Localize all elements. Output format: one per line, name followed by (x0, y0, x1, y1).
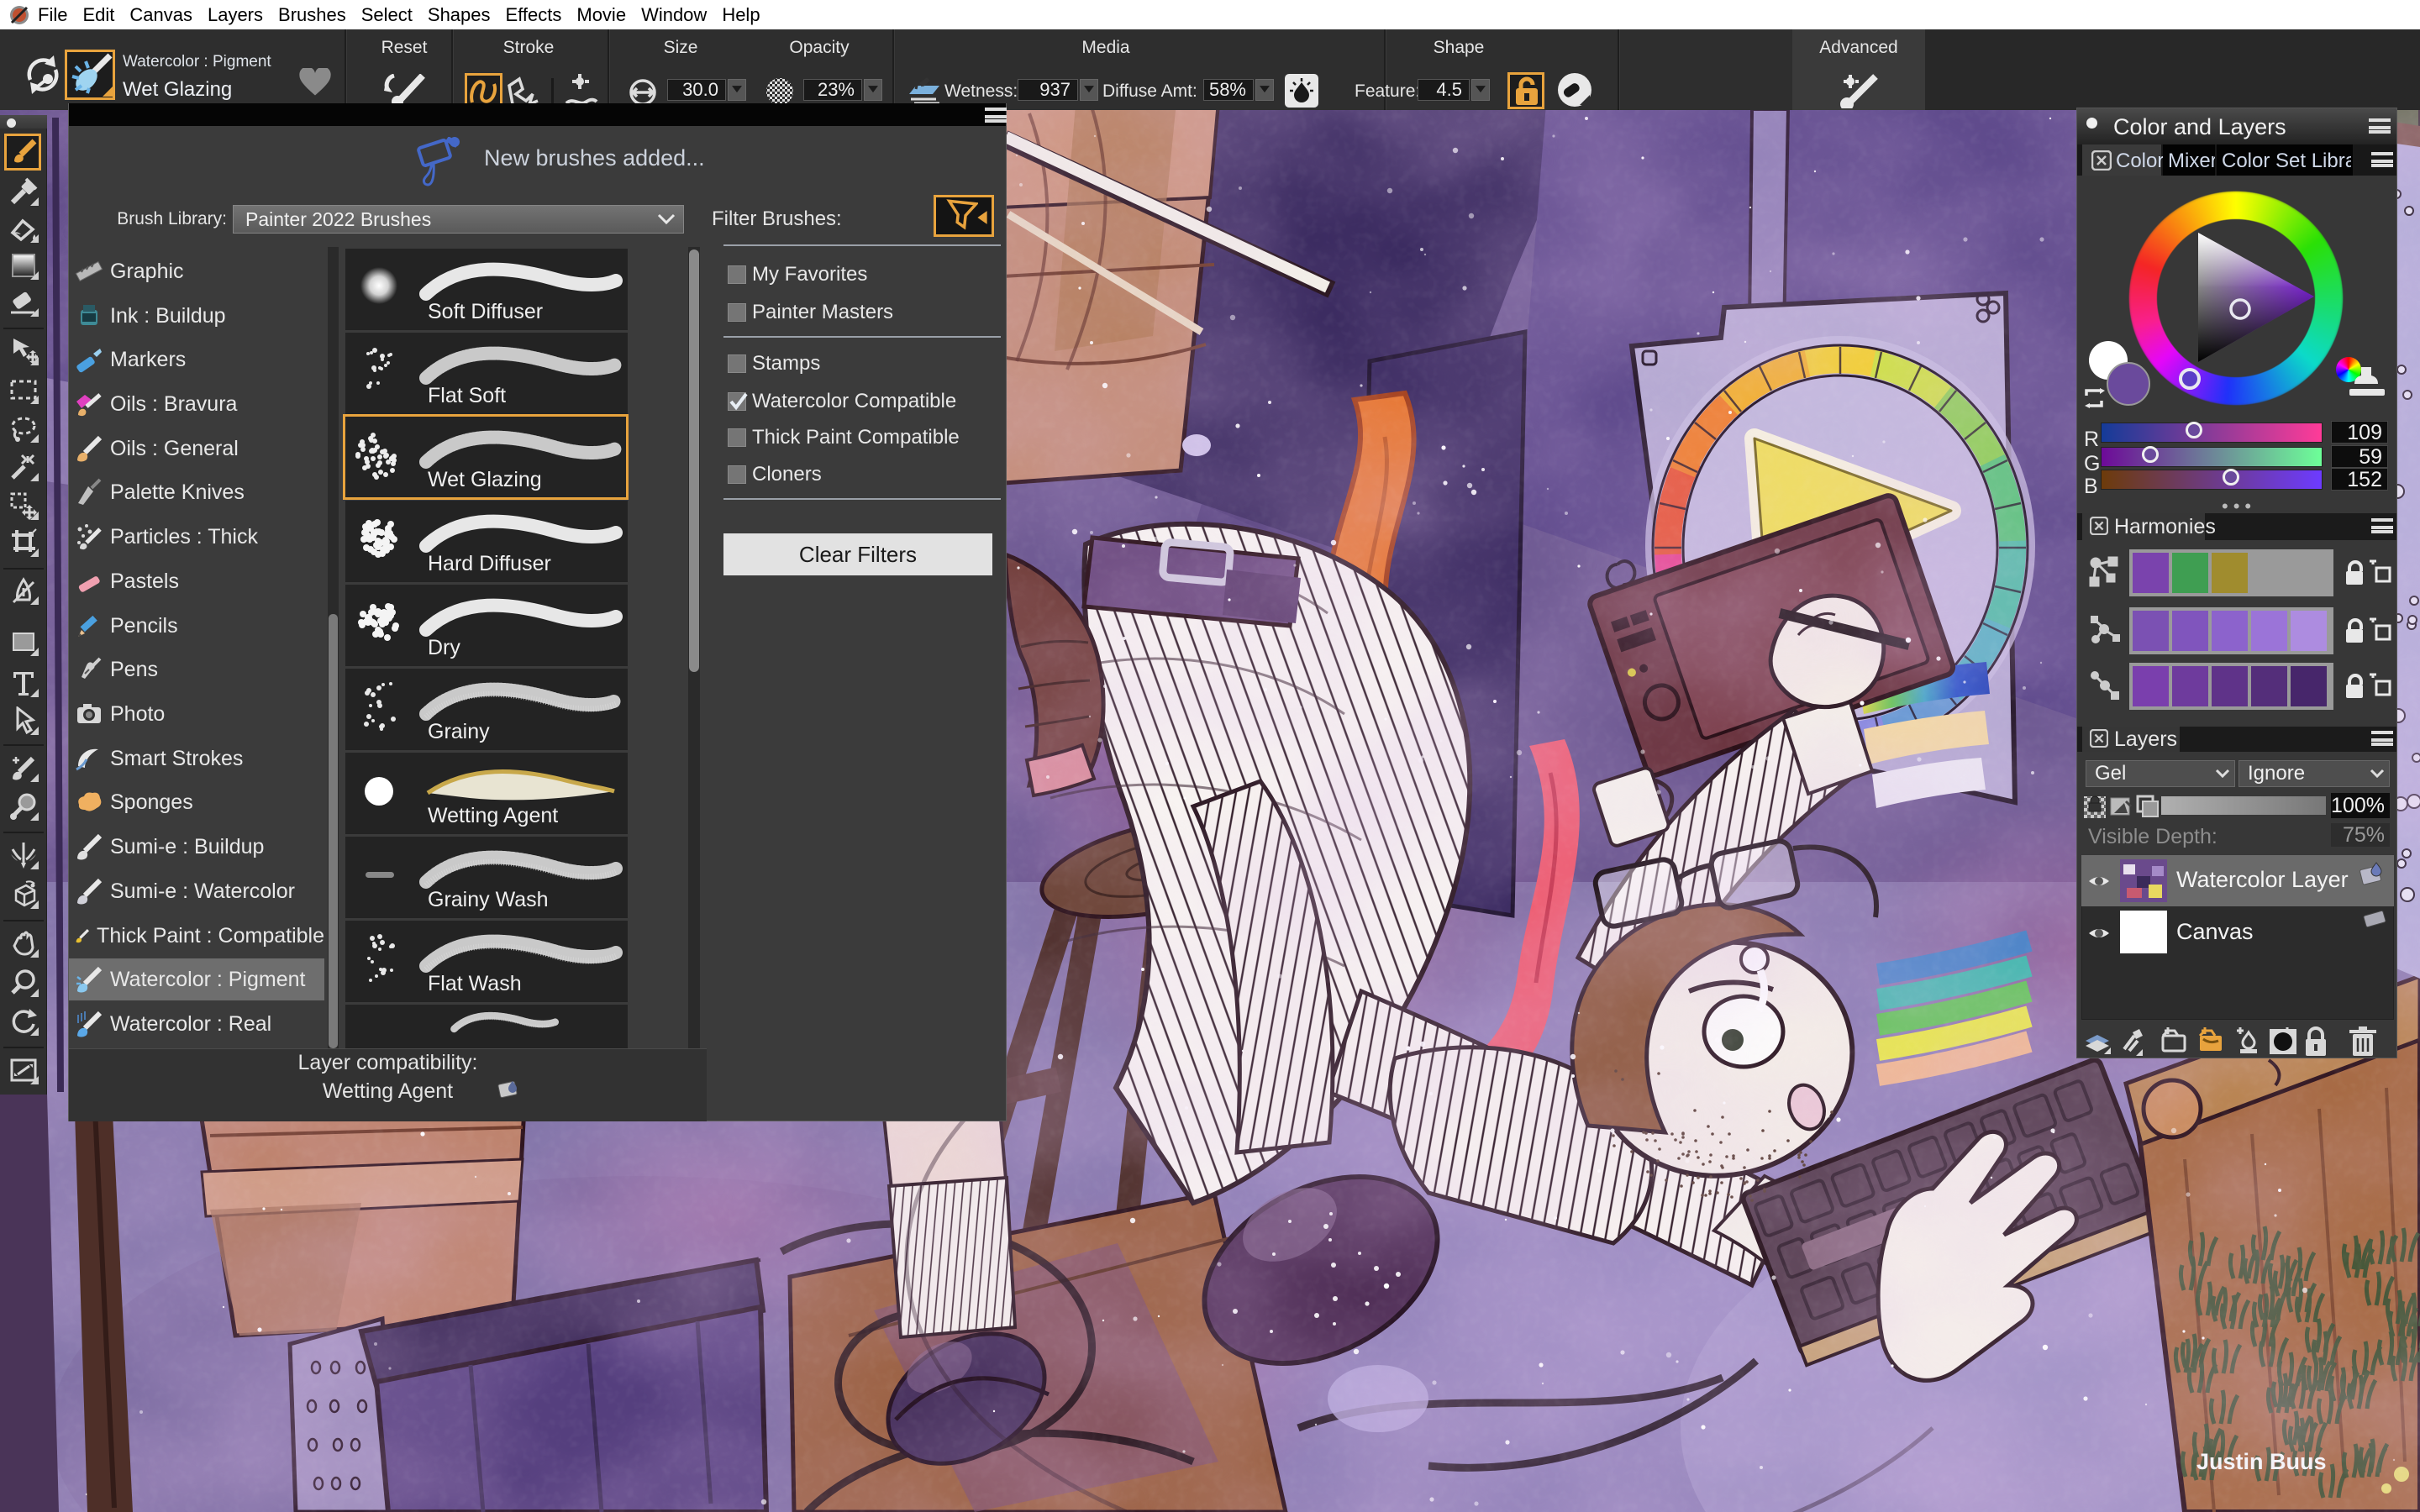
svg-text:Justin Buus: Justin Buus (2196, 1449, 2327, 1474)
